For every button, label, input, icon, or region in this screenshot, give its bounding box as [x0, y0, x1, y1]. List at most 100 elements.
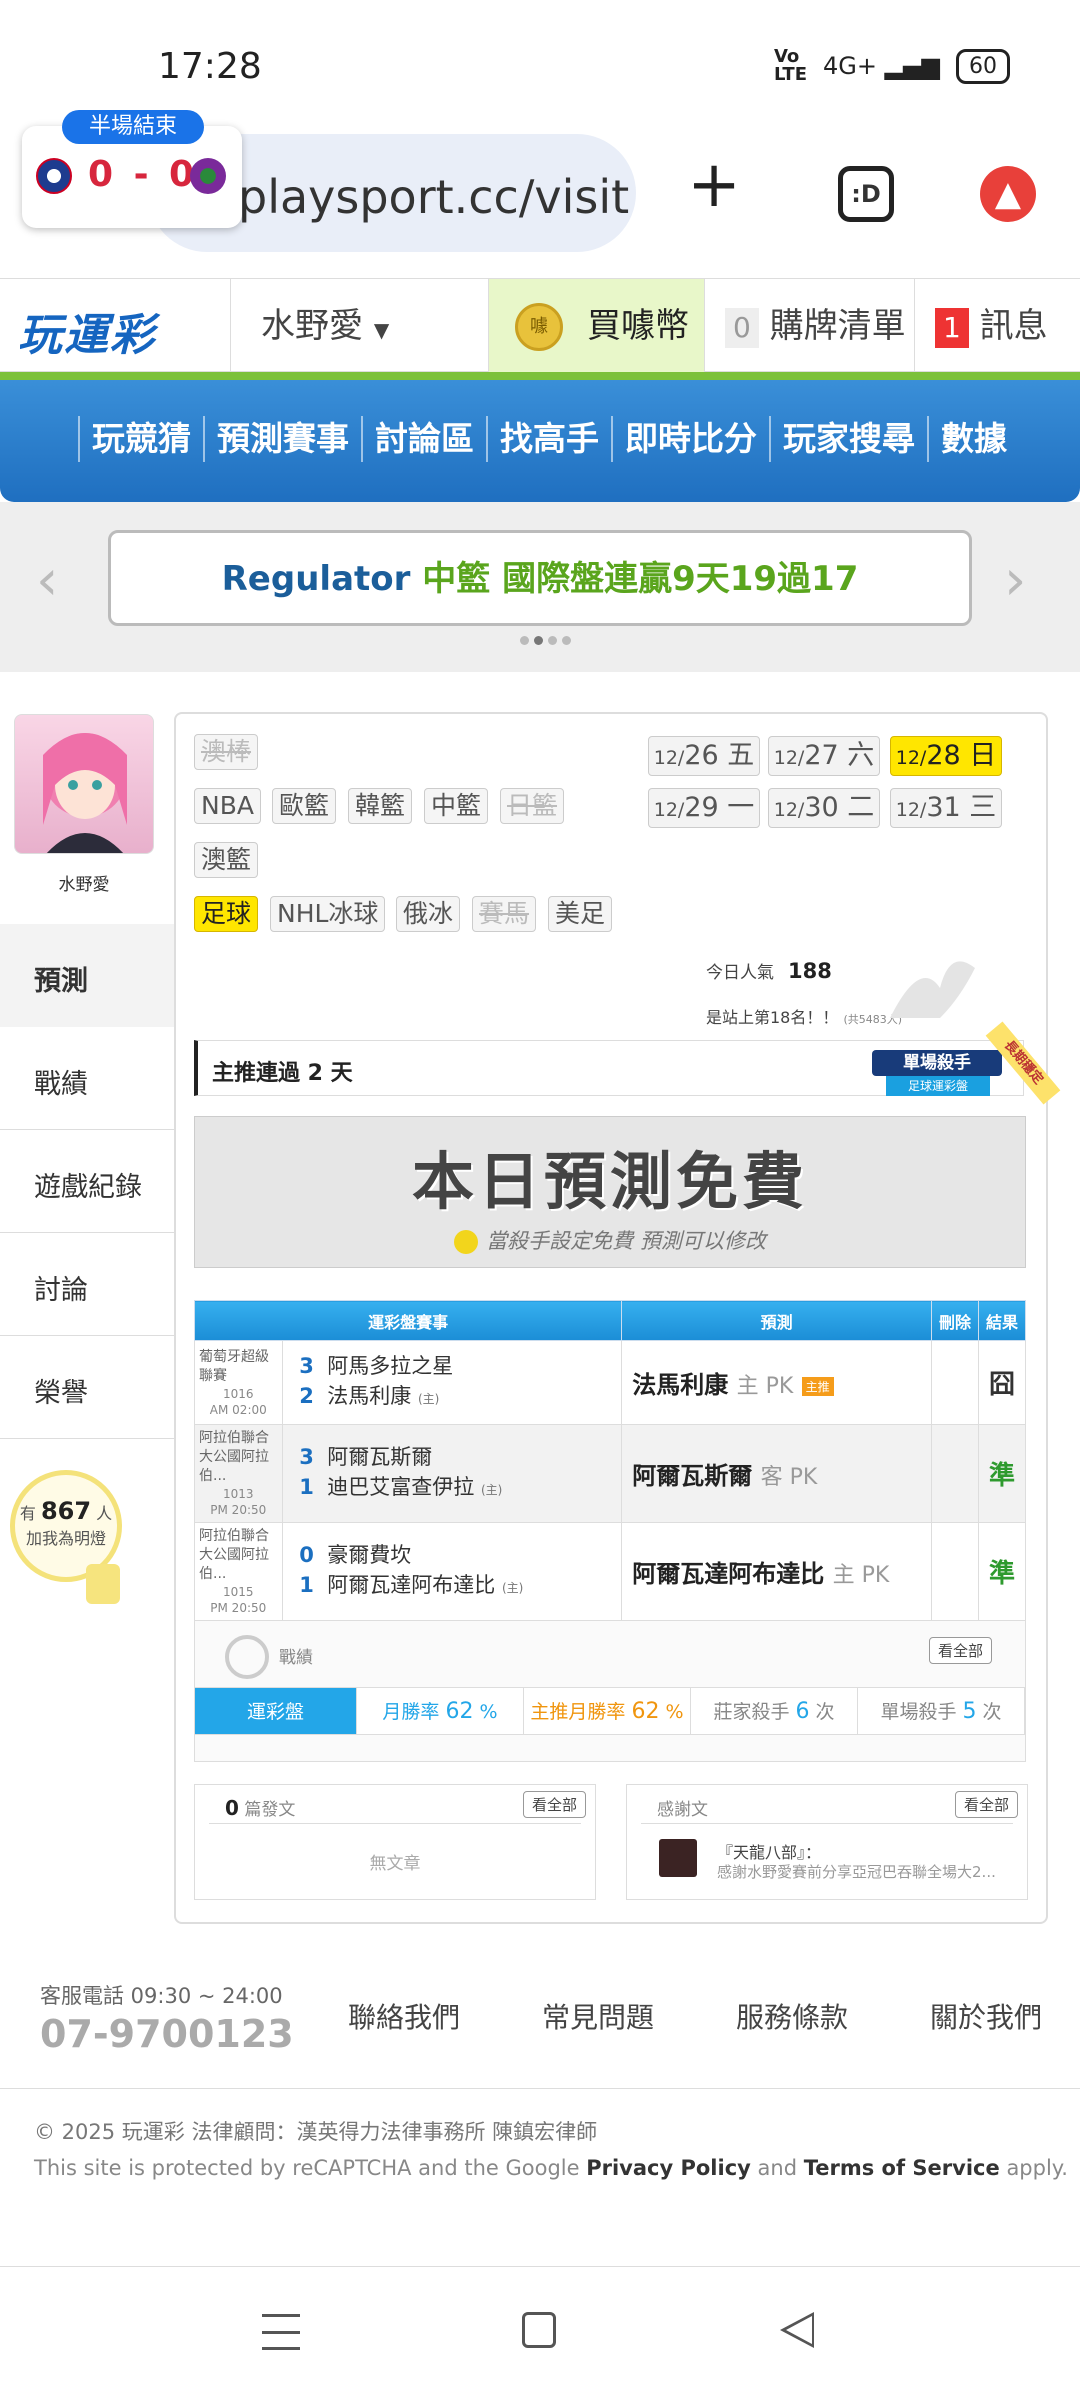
teams: 0 豪爾費坎 1 阿爾瓦達阿布達比 (主)	[281, 1522, 623, 1621]
record-title: 戰績	[279, 1648, 313, 1668]
terms-link[interactable]: Terms of Service	[804, 2156, 1000, 2180]
footer-link-faq[interactable]: 常見問題	[542, 1996, 736, 2036]
back-triangle-icon[interactable]	[780, 2312, 814, 2348]
nav-item-livescore[interactable]: 即時比分	[611, 416, 769, 462]
league-chip-football[interactable]: 足球	[194, 896, 259, 932]
nav-item-guess[interactable]: 玩競猜	[78, 416, 203, 462]
username: 水野愛	[261, 306, 363, 346]
date-chip-1229[interactable]: 12/29 一	[648, 788, 760, 828]
messages-link[interactable]: 1 訊息	[914, 279, 1080, 373]
update-arrow-icon[interactable]: ▲	[980, 166, 1036, 222]
game-code: 1016	[223, 1386, 254, 1401]
privacy-link[interactable]: Privacy Policy	[586, 2156, 751, 2180]
stat-value: 5	[962, 1699, 977, 1724]
league-chip-kor-basketball[interactable]: 韓籃	[348, 788, 413, 824]
thanks-box: 感謝文 看全部 『天龍八部』： 感謝水野愛賽前分享亞冠巴吞聯全場大2...	[626, 1784, 1028, 1900]
sidebar-item-game-log[interactable]: 遊戲紀錄	[0, 1130, 174, 1233]
date-chip-1228[interactable]: 12/28 日	[890, 736, 1002, 776]
network-type: 4G+	[823, 52, 877, 80]
date-day: 30	[804, 792, 839, 823]
home-team-logo-icon	[36, 158, 72, 194]
home-square-icon[interactable]	[522, 2312, 556, 2348]
game-time: PM 20:50	[210, 1601, 267, 1615]
host-mark: (主)	[417, 1392, 440, 1406]
cart-link[interactable]: 0 購牌清單	[704, 279, 914, 373]
live-score-widget[interactable]: 半場結束 0 - 0	[22, 110, 242, 228]
sidebar-item-predict[interactable]: 預測	[0, 924, 174, 1027]
date-weekday: 二	[847, 792, 875, 823]
date-md: 12/	[773, 747, 805, 769]
date-chip-1231[interactable]: 12/31 三	[890, 788, 1002, 828]
footer-link-terms[interactable]: 服務條款	[736, 1996, 930, 2036]
carousel-slide[interactable]: Regulator 中籃 國際盤連贏9天19過17	[108, 530, 972, 626]
footer-link-contact[interactable]: 聯絡我們	[348, 1996, 542, 2036]
carousel-next-icon[interactable]: ›	[1004, 548, 1026, 613]
sidebar-item-discussion[interactable]: 討論	[0, 1233, 174, 1336]
thanks-view-all-button[interactable]: 看全部	[955, 1791, 1019, 1818]
recents-menu-icon[interactable]	[262, 2314, 300, 2350]
sidebar-item-record[interactable]: 戰績	[0, 1027, 174, 1130]
free-subtitle-text: 當殺手設定免費 預測可以修改	[486, 1229, 766, 1253]
nav-item-forum[interactable]: 討論區	[361, 416, 486, 462]
away-score: 3	[299, 1445, 314, 1469]
sidebar-item-honor[interactable]: 榮譽	[0, 1336, 174, 1439]
date-day: 27	[804, 740, 839, 771]
carousel-prev-icon[interactable]: ‹	[36, 548, 58, 613]
nav-item-player-search[interactable]: 玩家搜尋	[769, 416, 927, 462]
league-chip-euro-basketball[interactable]: 歐籃	[272, 788, 337, 824]
nav-item-experts[interactable]: 找高手	[486, 416, 611, 462]
date-chip-1226[interactable]: 12/26 五	[648, 736, 760, 776]
result-cell: 準	[977, 1522, 1027, 1621]
home-team: 迪巴艾富查伊拉	[327, 1475, 475, 1499]
system-icons: Vo LTE 4G+ ▂▄▆ 60	[774, 48, 1010, 84]
pick: 阿爾瓦達阿布達比 主 PK	[621, 1522, 932, 1621]
nav-item-predict[interactable]: 預測賽事	[203, 416, 361, 462]
thanks-post-title[interactable]: 『天龍八部』：	[717, 1839, 821, 1863]
stat-value: 62	[445, 1699, 474, 1724]
single-killer-badge: 單場殺手 足球運彩盤 長期穩定	[872, 1021, 1061, 1110]
league-chip-aus-baseball[interactable]: 澳棒	[194, 734, 259, 770]
carousel-user: Regulator	[221, 559, 411, 599]
announcement-carousel: ‹ Regulator 中籃 國際盤連贏9天19過17 ›	[0, 502, 1080, 672]
date-chip-1230[interactable]: 12/30 二	[768, 788, 880, 828]
live-score: 0 - 0	[88, 154, 199, 195]
tab-switcher-button[interactable]: :D	[838, 166, 894, 222]
free-prediction-banner: 本日預測免費 當殺手設定免費 預測可以修改	[194, 1116, 1026, 1268]
pick: 法馬利康 主 PK 主推	[621, 1340, 932, 1425]
record-tab-lottery[interactable]: 運彩盤	[195, 1688, 357, 1734]
badge-title: 單場殺手	[872, 1050, 1002, 1076]
stat-unit: %	[665, 1701, 684, 1723]
main-pick-tag: 主推	[801, 1376, 834, 1396]
away-team-logo-icon	[190, 158, 226, 194]
coin-icon: 噱	[515, 303, 563, 351]
date-md: 12/	[653, 799, 685, 821]
message-count-badge: 1	[935, 307, 969, 348]
league-chip-cba[interactable]: 中籃	[424, 788, 489, 824]
league-chip-horse[interactable]: 賽馬	[472, 896, 537, 932]
pick-team: 法馬利康	[632, 1371, 729, 1399]
fans-count: 867	[40, 1497, 92, 1525]
league-chip-aus-basketball[interactable]: 澳籃	[194, 842, 259, 878]
site-logo[interactable]: 玩運彩	[18, 299, 156, 363]
buy-coin-button[interactable]: 噱 買噱幣	[488, 279, 704, 373]
league-chip-jpn-basketball[interactable]: 日籃	[500, 788, 565, 824]
host-mark: (主)	[480, 1483, 503, 1497]
league-chip-nfl[interactable]: 美足	[548, 896, 613, 932]
date-weekday: 六	[847, 740, 875, 771]
league-chip-nhl[interactable]: NHL冰球	[270, 896, 386, 932]
league-chip-khl[interactable]: 俄冰	[396, 896, 461, 932]
date-chip-1227[interactable]: 12/27 六	[768, 736, 880, 776]
support-phone[interactable]: 07-9700123	[40, 2012, 294, 2056]
user-menu[interactable]: 水野愛 ▼	[230, 279, 488, 373]
record-view-all-button[interactable]: 看全部	[929, 1637, 993, 1664]
posts-view-all-button[interactable]: 看全部	[523, 1791, 587, 1818]
stat-label: 莊家殺手	[713, 1701, 790, 1723]
new-tab-plus-icon[interactable]: +	[686, 153, 742, 217]
nav-item-data[interactable]: 數據	[927, 416, 1019, 462]
footer-link-about[interactable]: 關於我們	[930, 1996, 1080, 2036]
league-chip-nba[interactable]: NBA	[194, 788, 261, 824]
thanks-post-body[interactable]: 感謝水野愛賽前分享亞冠巴吞聯全場大2...	[717, 1861, 1007, 1882]
sidebar-menu: 預測 戰績 遊戲紀錄 討論 榮譽	[0, 924, 174, 1439]
record-stats: 運彩盤 月勝率 62 % 主推月勝率 62 % 莊家殺手 6 次 單場殺手 5 …	[195, 1687, 1025, 1735]
avatar[interactable]	[14, 714, 154, 854]
